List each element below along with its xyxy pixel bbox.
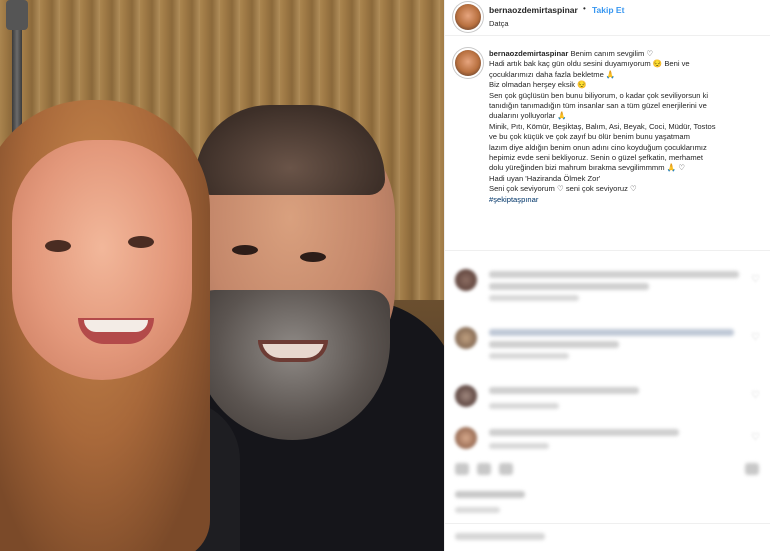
caption-line: Hadi uyan 'Haziranda Ölmek Zor' [489,173,601,183]
comment-item: ♡ [445,381,770,421]
woman-teeth [84,320,148,332]
caption-line: Hadi artık bak kaç gün oldu sesini duyam… [489,59,690,69]
post-header: bernaozdemirtaspinar • Takip Et Datça [445,0,770,36]
comment-text-blurred [489,271,739,278]
caption-line: Benim canım sevgilim ♡ [570,49,654,58]
caption-line: ve bu çok küçük ve çok zayıf bu ölür ben… [489,132,690,142]
save-icon-blurred[interactable] [745,463,759,475]
post-date-blurred [455,507,500,513]
woman-left-eye [45,240,71,252]
comment-meta-blurred [489,295,579,301]
post-caption: bernaozdemirtaspinar Benim canım sevgili… [445,36,770,241]
caption-username[interactable]: bernaozdemirtaspinar [489,49,568,58]
post-location[interactable]: Datça [489,19,509,28]
comment-item: ♡ [445,323,770,363]
caption-first-line: bernaozdemirtaspinar Benim canım sevgili… [489,49,765,59]
woman-right-eye [128,236,154,248]
woman-face [12,140,192,380]
add-comment-input-blurred[interactable] [455,533,545,540]
likes-count-blurred [455,491,525,498]
comment-item: ♡ [445,265,770,305]
caption-hashtag[interactable]: #şekiptaşpınar [489,195,765,205]
comment-text-blurred [489,283,649,290]
caption-line: hepimiz evde seni bekliyoruz. Senin o gü… [489,153,704,163]
like-comment-icon[interactable]: ♡ [751,391,761,401]
caption-line: Minik, Pıtı, Kömür, Beşiktaş, Balım, Asi… [489,121,716,131]
like-icon-blurred[interactable] [455,463,469,475]
commenter-avatar[interactable] [455,327,477,349]
comment-text-blurred [489,329,734,336]
caption-line: Biz olmadan herşey eksik 😔 [489,80,587,90]
caption-line: dolu yüreğinden bizi mahrum bırakma sevg… [489,163,686,173]
man-smile [258,340,328,362]
comment-meta-blurred [489,443,549,449]
background-pole-cap [6,0,28,30]
comment-text-blurred [489,429,679,436]
comment-icon-blurred[interactable] [477,463,491,475]
caption-line: tanıdığın tanımadığın tüm insanlar san a… [489,101,707,111]
post-photo[interactable] [0,0,444,551]
caption-line: lazım diye aldığın benim onun adını cino… [489,142,707,152]
caption-line: Seni çok seviyorum ♡ seni çok seviyoruz … [489,184,637,194]
caption-line: dualarını yolluyorlar 🙏 [489,111,567,121]
caption-line: Sen çok güçlüsün ben bunu biliyorum, o k… [489,90,709,100]
header-separator: • [583,4,586,13]
caption-text: bernaozdemirtaspinar Benim canım sevgili… [489,49,765,205]
man-left-eye [232,245,258,255]
man-right-eye [300,252,326,262]
post-side-panel: bernaozdemirtaspinar • Takip Et Datça be… [444,0,770,551]
comments-section: ♡ ♡ ♡ ♡ [445,250,770,551]
like-comment-icon[interactable]: ♡ [751,433,761,443]
caption-line: çocuklarımızı daha fazla bekletme 🙏 [489,69,616,79]
commenter-avatar[interactable] [455,269,477,291]
comment-meta-blurred [489,403,559,409]
like-comment-icon[interactable]: ♡ [751,275,761,285]
comment-item: ♡ [445,423,770,463]
follow-button[interactable]: Takip Et [592,5,624,15]
comment-text-blurred [489,387,639,394]
comment-text-blurred [489,341,619,348]
share-icon-blurred[interactable] [499,463,513,475]
comment-meta-blurred [489,353,569,359]
caption-author-avatar[interactable] [455,50,481,76]
author-username[interactable]: bernaozdemirtaspinar [489,5,578,15]
commenter-avatar[interactable] [455,385,477,407]
author-avatar[interactable] [455,4,481,30]
commenter-avatar[interactable] [455,427,477,449]
like-comment-icon[interactable]: ♡ [751,333,761,343]
divider [445,523,770,524]
